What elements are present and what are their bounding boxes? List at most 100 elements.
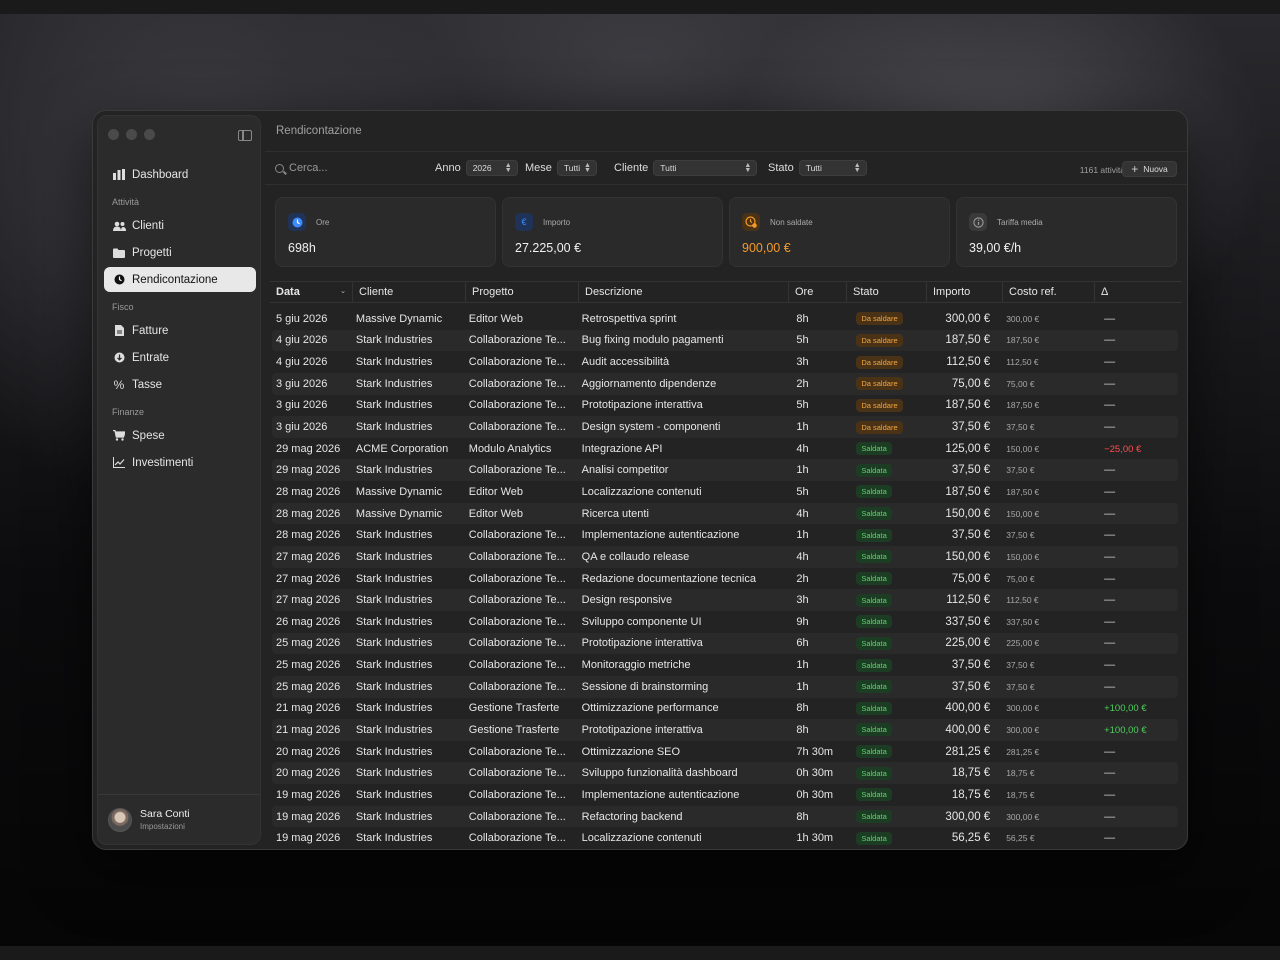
sidebar-item-rendicontazione[interactable]: Rendicontazione — [104, 267, 256, 292]
table-row[interactable]: 4 giu 2026 Stark Industries Collaborazione… — [272, 329, 1178, 352]
table-row[interactable]: 25 mag 2026 Stark Industries Collaborazion… — [272, 632, 1178, 655]
cell-ref-cost: 187,50 € — [1006, 400, 1040, 411]
status-badge: Da saldare — [856, 333, 903, 347]
sidebar-section-title: Attività — [112, 197, 140, 207]
cell-delta: — — [1094, 594, 1178, 606]
cell-description: Prototipazione interattiva — [581, 723, 703, 736]
cell-project: Collaborazione Te... — [468, 377, 566, 390]
table-row[interactable]: 4 giu 2026 Stark Industries Collaborazione… — [272, 351, 1178, 373]
cell-date: 26 mag 2026 — [276, 615, 341, 628]
table-row[interactable]: 25 mag 2026 Stark Industries Collaborazion… — [272, 654, 1178, 676]
column-header-progetto[interactable]: Progetto — [466, 282, 579, 302]
table-row[interactable]: 28 mag 2026 Massive Dynamic Editor Web Loca… — [272, 481, 1178, 503]
table-row[interactable]: 19 mag 2026 Stark Industries Collaborazion… — [272, 784, 1178, 806]
settings-link[interactable]: Impostazioni — [140, 822, 190, 831]
column-header-descrizione[interactable]: Descrizione — [579, 282, 789, 302]
cell-delta: — — [1094, 659, 1178, 671]
sidebar-item-entrate[interactable]: Entrate — [104, 345, 256, 370]
cell-project: Collaborazione Te... — [468, 832, 566, 845]
column-header-delta[interactable]: Δ — [1095, 282, 1179, 302]
column-header-cliente[interactable]: Cliente — [353, 282, 466, 302]
sidebar-item-label: Entrate — [132, 351, 170, 364]
table-row[interactable]: 21 mag 2026 Stark Industries Gestione Tras… — [272, 719, 1178, 741]
sidebar-item-tasse[interactable]: % Tasse — [104, 372, 256, 397]
cell-hours: 8h — [796, 312, 809, 325]
cell-project: Editor Web — [468, 312, 523, 325]
filter-anno-value: 2026 — [472, 163, 492, 173]
cell-project: Collaborazione Te... — [468, 421, 566, 434]
cell-project: Collaborazione Te... — [468, 659, 566, 672]
table-row[interactable]: 20 mag 2026 Stark Industries Collaborazion… — [272, 741, 1178, 763]
cell-description: Design responsive — [581, 594, 673, 607]
sidebar-item-label: Investimenti — [132, 456, 194, 469]
user-profile[interactable]: Sara Conti Impostazioni — [98, 794, 260, 844]
close-window-button[interactable] — [108, 129, 119, 140]
column-header-stato[interactable]: Stato — [847, 282, 927, 302]
table-row[interactable]: 29 mag 2026 Stark Industries Collaborazion… — [272, 459, 1178, 482]
table-row[interactable]: 20 mag 2026 Stark Industries Collaborazion… — [272, 762, 1178, 785]
table-row[interactable]: 28 mag 2026 Stark Industries Collaborazion… — [272, 524, 1178, 546]
cell-ref-cost: 37,50 € — [1006, 681, 1035, 692]
cell-delta: — — [1094, 746, 1178, 758]
zoom-window-button[interactable] — [144, 129, 155, 140]
sidebar-item-clienti[interactable]: Clienti — [104, 213, 256, 238]
table-row[interactable]: 21 mag 2026 Stark Industries Gestione Tras… — [272, 698, 1178, 720]
cell-amount: 400,00 € — [945, 702, 991, 715]
table-row[interactable]: 25 mag 2026 Stark Industries Collaborazion… — [272, 675, 1178, 698]
delta-value: — — [1104, 312, 1116, 325]
search-input[interactable]: Cerca... — [289, 162, 328, 174]
cell-date: 25 mag 2026 — [276, 637, 341, 650]
sidebar-item-label: Spese — [132, 429, 165, 442]
delta-value: — — [1104, 767, 1116, 780]
sidebar-item-fatture[interactable]: Fatture — [104, 318, 256, 343]
sidebar-toggle-icon[interactable] — [238, 130, 252, 141]
table-row[interactable]: 26 mag 2026 Stark Industries Collaborazion… — [272, 611, 1178, 633]
cell-amount: 300,00 € — [945, 810, 991, 823]
table-row[interactable]: 27 mag 2026 Stark Industries Collaborazion… — [272, 589, 1178, 611]
search-field[interactable]: Cerca... — [275, 162, 328, 174]
status-badge: Saldata — [856, 810, 892, 824]
table-row[interactable]: 19 mag 2026 Stark Industries Collaborazion… — [272, 805, 1178, 828]
sidebar-item-investimenti[interactable]: Investimenti — [104, 450, 256, 475]
table-row[interactable]: 5 giu 2026 Massive Dynamic Editor Web Retro… — [272, 308, 1178, 330]
cell-ref-cost: 75,00 € — [1006, 378, 1035, 389]
table-row[interactable]: 27 mag 2026 Stark Industries Collaborazion… — [272, 568, 1178, 590]
filter-anno-select[interactable]: 2026 ▲ ▼ — [465, 160, 518, 176]
new-activity-button[interactable]: + Nuova — [1122, 161, 1177, 177]
table-row[interactable]: 3 giu 2026 Stark Industries Collaborazione… — [272, 416, 1178, 438]
status-badge: Da saldare — [856, 355, 903, 369]
cell-delta: — — [1094, 378, 1178, 390]
table-row[interactable]: 3 giu 2026 Stark Industries Collaborazione… — [272, 395, 1178, 417]
column-header-importo[interactable]: Importo — [927, 282, 1003, 302]
table-row[interactable]: 27 mag 2026 Stark Industries Collaborazion… — [272, 546, 1178, 568]
column-header-costo-ref[interactable]: Costo ref. — [1003, 282, 1095, 302]
filter-stato-select[interactable]: Tutti ▲ ▼ — [798, 160, 867, 176]
filter-cliente-select[interactable]: Tutti ▲ ▼ — [653, 160, 758, 176]
cell-amount: 112,50 € — [946, 356, 991, 369]
column-header-ore[interactable]: Ore — [789, 282, 847, 302]
table-row[interactable]: 28 mag 2026 Massive Dynamic Editor Web Rice… — [272, 502, 1178, 525]
sidebar-item-progetti[interactable]: Progetti — [104, 240, 256, 265]
delta-value: — — [1104, 788, 1116, 801]
cell-date: 5 giu 2026 — [276, 312, 328, 325]
status-badge: Saldata — [856, 723, 892, 737]
sidebar-item-label: Clienti — [132, 219, 164, 232]
cell-client: Stark Industries — [355, 680, 433, 693]
cart-icon — [112, 429, 126, 443]
cell-description: Localizzazione contenuti — [581, 485, 702, 498]
filter-mese-select[interactable]: Tutti ▲ ▼ — [556, 160, 597, 176]
column-header-data[interactable]: Data ⌄ — [270, 282, 353, 302]
minimize-window-button[interactable] — [126, 129, 137, 140]
delta-value: — — [1104, 594, 1116, 607]
cell-description: Localizzazione contenuti — [581, 832, 702, 845]
table-row[interactable]: 19 mag 2026 Stark Industries Collaborazion… — [272, 827, 1178, 849]
sidebar-item-spese[interactable]: Spese — [104, 423, 256, 448]
sidebar-item-dashboard[interactable]: Dashboard — [104, 162, 256, 187]
cell-project: Collaborazione Te... — [468, 745, 566, 758]
table-row[interactable]: 29 mag 2026 ACME Corporation Modulo Analyt… — [272, 438, 1178, 460]
cell-status: Saldata — [846, 788, 926, 802]
cell-status: Saldata — [846, 810, 926, 824]
table-row[interactable]: 3 giu 2026 Stark Industries Collaborazione… — [272, 372, 1178, 395]
cell-date: 28 mag 2026 — [276, 485, 341, 498]
cell-client: Stark Industries — [355, 637, 433, 650]
